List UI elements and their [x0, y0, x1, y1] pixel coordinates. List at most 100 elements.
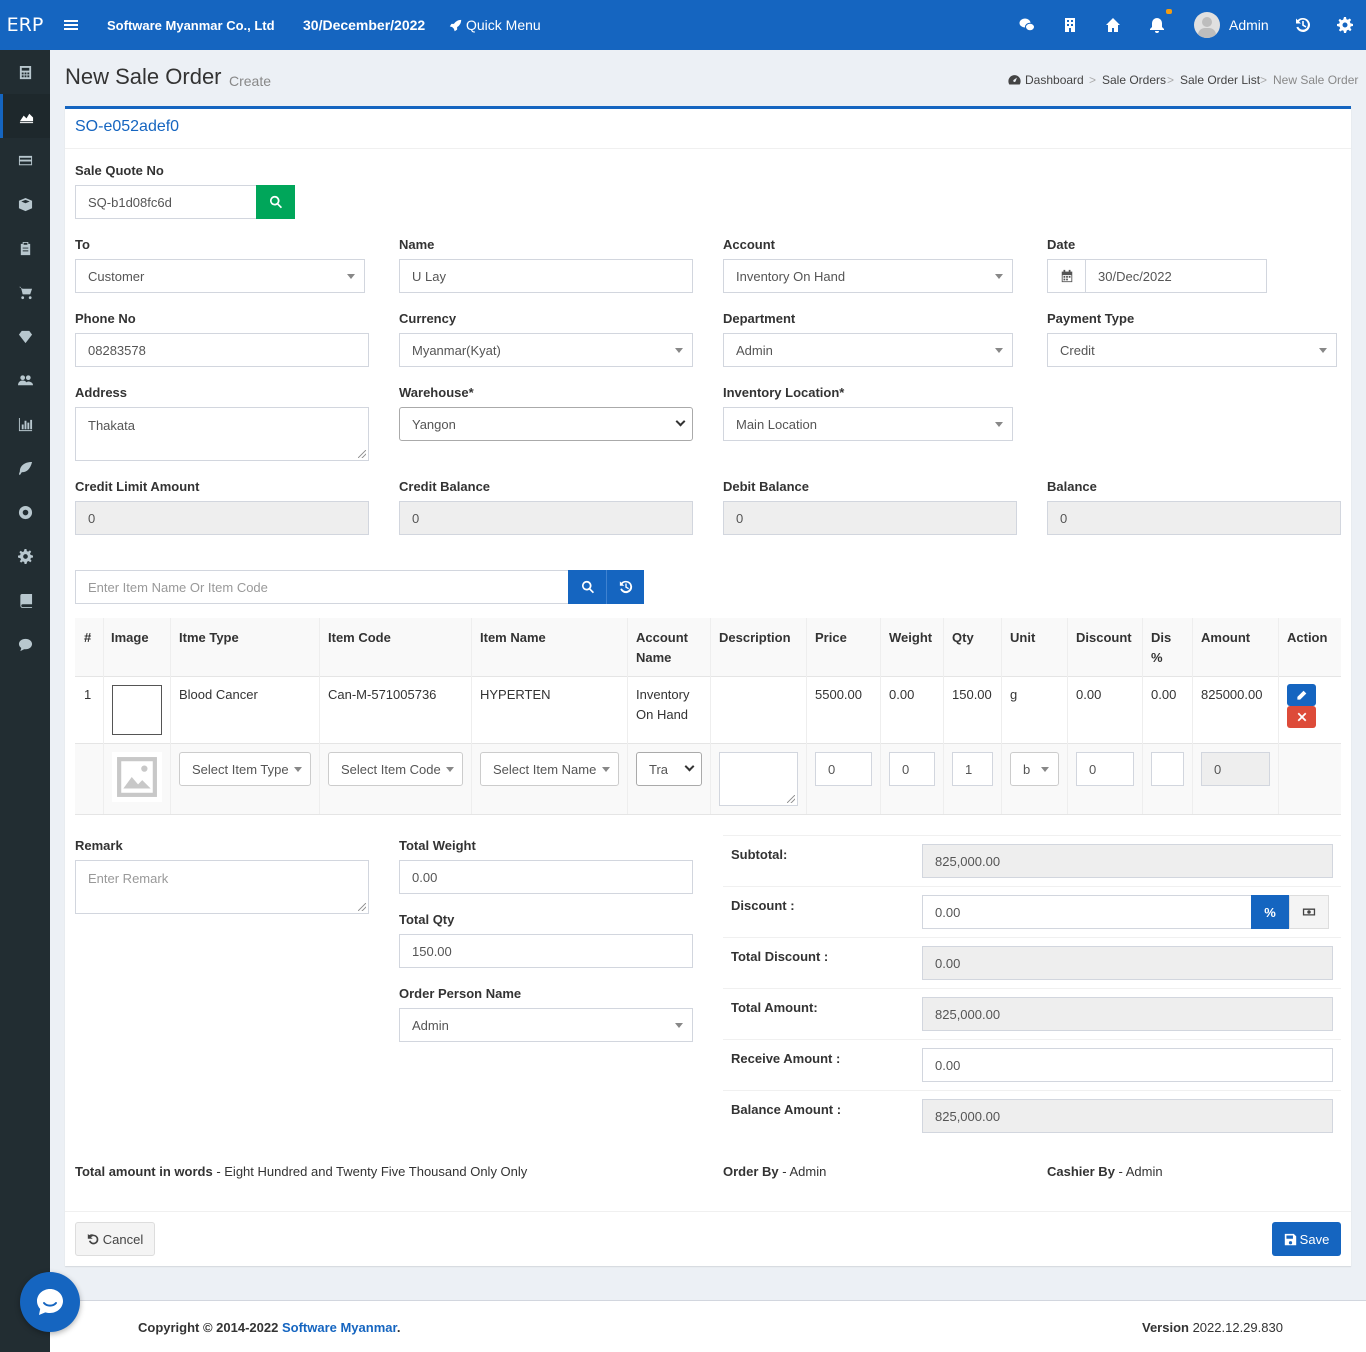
- order-person-select[interactable]: Admin: [399, 1008, 693, 1042]
- receive-amount-input[interactable]: 0.00: [922, 1048, 1333, 1082]
- company-name[interactable]: Software Myanmar Co., Ltd: [107, 0, 275, 50]
- bell-icon[interactable]: [1142, 0, 1172, 50]
- home-icon[interactable]: [1098, 0, 1128, 50]
- sidebar-item-users[interactable]: [0, 358, 50, 402]
- remark-textarea[interactable]: Enter Remark: [75, 860, 369, 914]
- chevron-down-icon: [995, 422, 1003, 427]
- sidebar-item-book[interactable]: [0, 578, 50, 622]
- inventory-location-value: Main Location: [736, 416, 817, 432]
- clipboard-icon: [20, 241, 30, 255]
- current-date: 30/December/2022: [303, 17, 426, 33]
- column-divider: [170, 618, 171, 814]
- building-icon[interactable]: [1055, 0, 1085, 50]
- avatar[interactable]: [1194, 12, 1220, 38]
- edit-row-button[interactable]: [1287, 684, 1316, 706]
- sidebar-item-support[interactable]: [0, 490, 50, 534]
- total-weight-input[interactable]: 0.00: [399, 860, 693, 894]
- menu-toggle-icon[interactable]: [56, 0, 86, 50]
- discount-percent-button[interactable]: %: [1251, 895, 1289, 929]
- select-item-code[interactable]: Select Item Code: [328, 752, 463, 786]
- discount-cash-button[interactable]: [1289, 895, 1329, 929]
- sale-quote-search-button[interactable]: [256, 185, 295, 219]
- resize-handle[interactable]: [358, 903, 366, 911]
- chevron-down-icon: [347, 274, 355, 279]
- currency-label: Currency: [399, 311, 457, 326]
- payment-type-select[interactable]: Credit: [1047, 333, 1337, 367]
- pencil-icon: [1297, 690, 1307, 700]
- sidebar-item-inventory[interactable]: [0, 182, 50, 226]
- sidebar-item-purchase[interactable]: [0, 270, 50, 314]
- name-input[interactable]: U Lay: [399, 259, 693, 293]
- account-select[interactable]: Inventory On Hand: [723, 259, 1013, 293]
- phone-input[interactable]: 08283578: [75, 333, 369, 367]
- select-item-code-value: Select Item Code: [341, 761, 441, 777]
- select-account[interactable]: Tra: [636, 752, 702, 786]
- sidebar-item-payments[interactable]: [0, 138, 50, 182]
- select-item-type-value: Select Item Type: [192, 761, 289, 777]
- inventory-location-select[interactable]: Main Location: [723, 407, 1013, 441]
- cashier-by-label: Cashier By: [1047, 1164, 1115, 1179]
- brand-link[interactable]: Software Myanmar: [282, 1320, 397, 1335]
- item-search-input[interactable]: Enter Item Name Or Item Code: [75, 570, 569, 604]
- remark-label: Remark: [75, 838, 123, 853]
- wechat-icon[interactable]: [1012, 0, 1042, 50]
- select-item-name[interactable]: Select Item Name: [480, 752, 619, 786]
- item-reset-button[interactable]: [606, 570, 644, 604]
- breadcrumb-separator: >: [1089, 73, 1097, 87]
- quick-menu-link[interactable]: Quick Menu: [449, 0, 541, 50]
- chat-widget-button[interactable]: [20, 1272, 80, 1332]
- price-input[interactable]: 0: [815, 752, 872, 786]
- to-select[interactable]: Customer: [75, 259, 365, 293]
- discount-percent-input[interactable]: [1151, 752, 1184, 786]
- phone-label: Phone No: [75, 311, 136, 326]
- warehouse-select[interactable]: Yangon: [399, 407, 693, 441]
- sidebar-item-settings[interactable]: [0, 534, 50, 578]
- credit-card-icon: [18, 155, 32, 165]
- history-icon[interactable]: [1288, 0, 1318, 50]
- date-input[interactable]: 30/Dec/2022: [1085, 259, 1267, 293]
- breadcrumb-dashboard[interactable]: Dashboard: [1025, 73, 1084, 87]
- total-qty-input[interactable]: 150.00: [399, 934, 693, 968]
- notification-badge: [1166, 9, 1172, 14]
- breadcrumb-sale-orders[interactable]: Sale Orders: [1102, 73, 1166, 87]
- column-header: Qty: [952, 630, 974, 645]
- select-item-type[interactable]: Select Item Type: [179, 752, 311, 786]
- debit-balance-label: Debit Balance: [723, 479, 809, 494]
- sidebar-item-calculator[interactable]: [0, 50, 50, 94]
- unit-select[interactable]: b: [1010, 752, 1059, 786]
- resize-handle[interactable]: [787, 795, 795, 803]
- column-divider: [1192, 618, 1193, 814]
- address-textarea[interactable]: Thakata: [75, 407, 369, 461]
- item-image: [112, 685, 162, 735]
- item-search-button[interactable]: [568, 570, 607, 604]
- weight-input[interactable]: 0: [889, 752, 935, 786]
- save-button[interactable]: Save: [1272, 1222, 1341, 1256]
- sidebar-item-chat[interactable]: [0, 622, 50, 666]
- discount-total-input[interactable]: 0.00: [922, 895, 1252, 929]
- gear-icon[interactable]: [1330, 0, 1360, 50]
- sidebar-item-sales[interactable]: [0, 94, 50, 138]
- sidebar-item-diamond[interactable]: [0, 314, 50, 358]
- column-header: Item Code: [328, 630, 391, 645]
- department-select[interactable]: Admin: [723, 333, 1013, 367]
- sidebar-item-clipboard[interactable]: [0, 226, 50, 270]
- column-header: Discount: [1076, 630, 1132, 645]
- cancel-button[interactable]: Cancel: [75, 1222, 155, 1256]
- resize-handle[interactable]: [358, 450, 366, 458]
- sidebar-item-reports[interactable]: [0, 402, 50, 446]
- delete-row-button[interactable]: [1287, 706, 1316, 728]
- qty-input[interactable]: 1: [952, 752, 993, 786]
- placeholder-image-icon: [112, 752, 162, 802]
- app-logo[interactable]: ERP: [0, 0, 50, 50]
- sale-quote-input[interactable]: SQ-b1d08fc6d: [75, 185, 257, 219]
- calendar-addon[interactable]: [1047, 259, 1086, 293]
- user-name[interactable]: Admin: [1229, 0, 1269, 50]
- discount-input[interactable]: 0: [1076, 752, 1134, 786]
- column-divider: [943, 618, 944, 814]
- warehouse-label: Warehouse*: [399, 385, 474, 400]
- column-header: Unit: [1010, 630, 1036, 645]
- column-divider: [1001, 618, 1002, 814]
- breadcrumb-sale-order-list[interactable]: Sale Order List: [1180, 73, 1260, 87]
- currency-select[interactable]: Myanmar(Kyat): [399, 333, 693, 367]
- sidebar-item-leaf[interactable]: [0, 446, 50, 490]
